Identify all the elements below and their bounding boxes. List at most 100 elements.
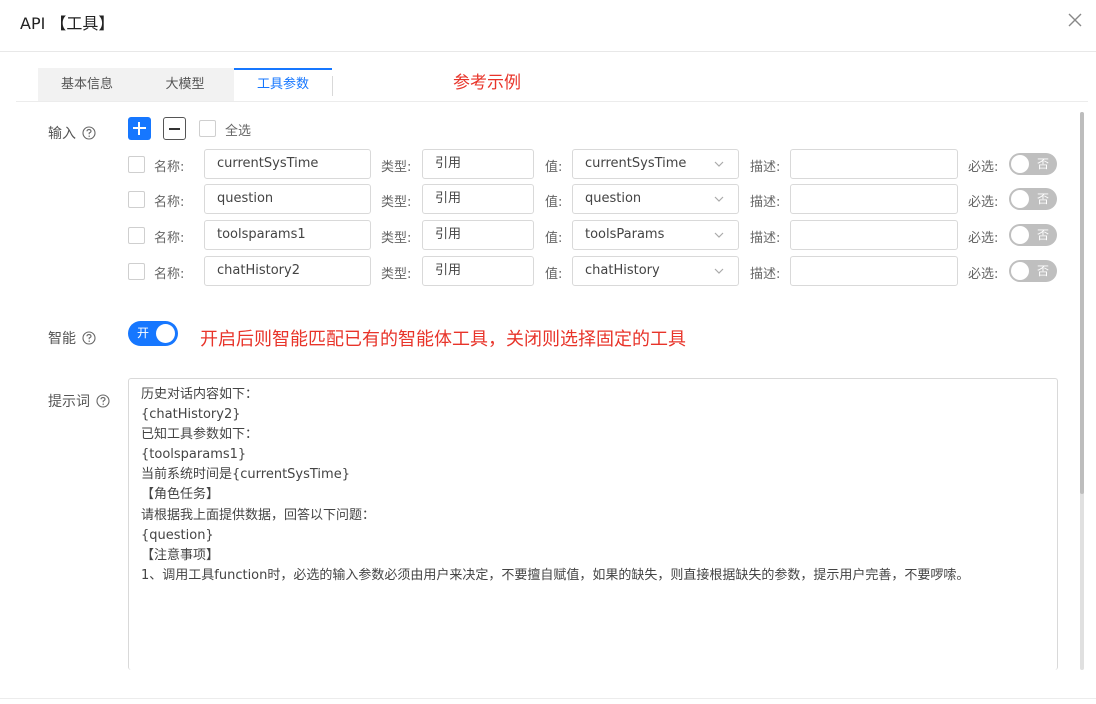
value-label: 值:: [545, 231, 563, 246]
name-label: 名称:: [154, 231, 185, 246]
dialog-title: API 【工具】: [20, 14, 115, 33]
prompt-label: 提示词: [48, 391, 110, 411]
smart-label-text: 智能: [48, 331, 76, 347]
param-desc-input[interactable]: [790, 220, 958, 250]
dialog-header: API 【工具】: [0, 0, 1096, 52]
tab-bar: 基本信息 大模型 工具参数: [38, 68, 333, 101]
prompt-label-text: 提示词: [48, 394, 90, 410]
param-value-text: currentSysTime: [585, 156, 687, 171]
prompt-line: 请根据我上面提供数据，回答以下问题：: [141, 507, 376, 523]
prompt-line: {question}: [141, 527, 214, 543]
row-checkbox[interactable]: [128, 156, 145, 173]
annotation-smart: 开启后则智能匹配已有的智能体工具，关闭则选择固定的工具: [200, 329, 686, 350]
required-label: 必选:: [968, 195, 999, 210]
param-type-input[interactable]: 引用: [422, 149, 534, 179]
type-label: 类型:: [381, 231, 412, 246]
desc-label: 描述:: [750, 231, 781, 246]
tab-divider: [332, 76, 333, 96]
close-icon[interactable]: [1066, 11, 1084, 29]
param-name-input[interactable]: toolsparams1: [204, 220, 371, 250]
chevron-down-icon: [714, 196, 724, 202]
toggle-text: 否: [1036, 264, 1049, 278]
name-label: 名称:: [154, 195, 185, 210]
required-toggle[interactable]: 否: [1009, 188, 1057, 210]
footer-divider: [0, 698, 1096, 699]
param-value-select[interactable]: question: [572, 184, 739, 214]
tabs-divider: [16, 101, 1088, 102]
remove-param-button[interactable]: [163, 117, 186, 140]
prompt-line: {chatHistory2}: [141, 407, 241, 423]
type-label: 类型:: [381, 160, 412, 175]
prompt-line: {toolsparams1}: [141, 447, 247, 463]
input-label: 输入: [48, 123, 96, 143]
chevron-down-icon: [714, 268, 724, 274]
toggle-knob: [1011, 190, 1029, 208]
toggle-text: 否: [1036, 157, 1049, 171]
annotation-example: 参考示例: [453, 73, 521, 93]
param-value-text: toolsParams: [585, 227, 665, 242]
type-label: 类型:: [381, 267, 412, 282]
help-icon[interactable]: [96, 394, 110, 408]
required-toggle[interactable]: 否: [1009, 153, 1057, 175]
row-checkbox[interactable]: [128, 227, 145, 244]
prompt-line: 【注意事项】: [141, 547, 220, 563]
tab-llm[interactable]: 大模型: [136, 68, 234, 101]
input-label-text: 输入: [48, 126, 76, 142]
toggle-knob: [1011, 155, 1029, 173]
toggle-knob: [156, 324, 175, 343]
row-checkbox[interactable]: [128, 263, 145, 280]
param-desc-input[interactable]: [790, 256, 958, 286]
desc-label: 描述:: [750, 160, 781, 175]
chevron-down-icon: [714, 232, 724, 238]
param-value-text: chatHistory: [585, 263, 660, 278]
smart-toggle[interactable]: 开: [128, 321, 178, 346]
chevron-down-icon: [714, 161, 724, 167]
toggle-knob: [1011, 226, 1029, 244]
param-name-input[interactable]: chatHistory2: [204, 256, 371, 286]
prompt-textarea[interactable]: 历史对话内容如下： {chatHistory2} 已知工具参数如下： {tool…: [128, 378, 1058, 670]
param-type-input[interactable]: 引用: [422, 220, 534, 250]
select-all-checkbox[interactable]: [199, 120, 216, 137]
prompt-line: 【角色任务】: [141, 487, 220, 503]
required-toggle[interactable]: 否: [1009, 224, 1057, 246]
scrollbar[interactable]: [1080, 112, 1084, 670]
param-name-input[interactable]: question: [204, 184, 371, 214]
tab-basic-info[interactable]: 基本信息: [38, 68, 136, 101]
param-name-input[interactable]: currentSysTime: [204, 149, 371, 179]
toggle-text: 否: [1036, 228, 1049, 242]
prompt-line: 当前系统时间是{currentSysTime}: [141, 467, 350, 483]
smart-label: 智能: [48, 328, 96, 348]
tab-tool-params[interactable]: 工具参数: [234, 68, 332, 101]
value-label: 值:: [545, 160, 563, 175]
required-label: 必选:: [968, 160, 999, 175]
param-value-select[interactable]: currentSysTime: [572, 149, 739, 179]
toggle-text: 否: [1036, 192, 1049, 206]
help-icon[interactable]: [82, 126, 96, 140]
param-desc-input[interactable]: [790, 149, 958, 179]
value-label: 值:: [545, 195, 563, 210]
value-label: 值:: [545, 267, 563, 282]
param-value-text: question: [585, 191, 642, 206]
prompt-line: 已知工具参数如下：: [141, 427, 259, 443]
name-label: 名称:: [154, 160, 185, 175]
param-desc-input[interactable]: [790, 184, 958, 214]
param-value-select[interactable]: toolsParams: [572, 220, 739, 250]
toggle-knob: [1011, 262, 1029, 280]
param-value-select[interactable]: chatHistory: [572, 256, 739, 286]
type-label: 类型:: [381, 195, 412, 210]
scrollbar-thumb[interactable]: [1080, 112, 1084, 494]
required-label: 必选:: [968, 231, 999, 246]
desc-label: 描述:: [750, 267, 781, 282]
required-label: 必选:: [968, 267, 999, 282]
required-toggle[interactable]: 否: [1009, 260, 1057, 282]
add-param-button[interactable]: [128, 117, 151, 140]
param-type-input[interactable]: 引用: [422, 256, 534, 286]
row-checkbox[interactable]: [128, 191, 145, 208]
name-label: 名称:: [154, 267, 185, 282]
param-type-input[interactable]: 引用: [422, 184, 534, 214]
prompt-line: 历史对话内容如下：: [141, 387, 259, 402]
help-icon[interactable]: [82, 331, 96, 345]
desc-label: 描述:: [750, 195, 781, 210]
select-all-label: 全选: [225, 124, 252, 139]
prompt-line: 1、调用工具function时，必选的输入参数必须由用户来决定，不要擅自赋值，如…: [141, 567, 970, 583]
